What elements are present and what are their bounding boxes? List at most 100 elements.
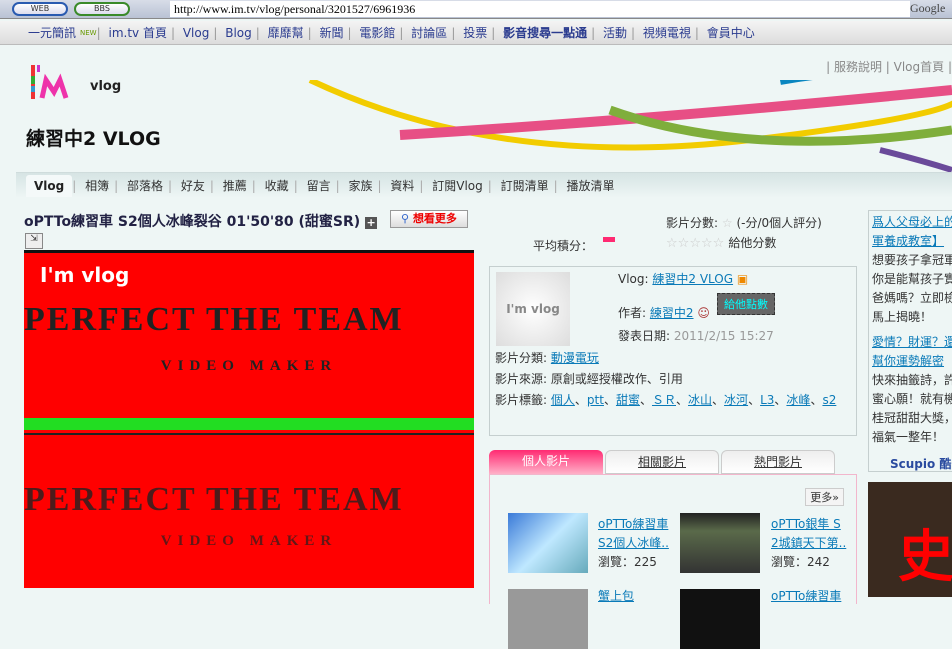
rate-star-2[interactable]: ☆ <box>678 236 690 251</box>
subnav-messages[interactable]: 留言 <box>307 179 331 193</box>
subnav-vlog[interactable]: Vlog <box>26 175 73 197</box>
nav-mimi[interactable]: 靡靡幫 <box>268 26 304 40</box>
service-links: | 服務說明 | Vlog首頁 | <box>826 60 952 74</box>
category-link[interactable]: 動漫電玩 <box>551 351 599 365</box>
bbs-button[interactable]: BBS <box>74 2 130 16</box>
scupio-brand[interactable]: Scupio 酷 <box>872 455 952 471</box>
nav-vlog[interactable]: Vlog <box>183 26 210 40</box>
nav-events[interactable]: 活動 <box>603 26 627 40</box>
see-more-button[interactable]: ⚲ 想看更多 <box>390 210 468 228</box>
tab-personal-videos[interactable]: 個人影片 <box>489 450 603 474</box>
nav-home[interactable]: im.tv 首頁 <box>108 26 166 40</box>
nav-forum[interactable]: 討論區 <box>411 26 447 40</box>
nav-vote[interactable]: 投票 <box>463 26 487 40</box>
nav-video-search[interactable]: 影音搜尋一點通 <box>503 26 587 40</box>
subnav-blog[interactable]: 部落格 <box>127 179 163 193</box>
banner-ad[interactable]: 史 <box>868 482 952 597</box>
subnav-recommend[interactable]: 推薦 <box>223 179 247 193</box>
rate-star-4[interactable]: ☆ <box>701 236 713 251</box>
video-thumbnail[interactable] <box>680 589 760 649</box>
nav-movies[interactable]: 電影館 <box>359 26 395 40</box>
video-list-panel: 更多» oPTTo練習車 S2個人冰峰.. 瀏覽：225 oPTTo銀隼 S 2… <box>489 474 857 649</box>
add-icon[interactable]: + <box>365 217 378 229</box>
tag-link[interactable]: ＳＲ <box>652 393 676 407</box>
new-badge: NEW <box>80 29 97 37</box>
subnav-family[interactable]: 家族 <box>348 179 372 193</box>
subnav-playlist[interactable]: 播放清單 <box>567 179 615 193</box>
video-link[interactable]: oPTTo練習車 <box>598 515 668 534</box>
nav-tv[interactable]: 視頻電視 <box>643 26 691 40</box>
tab-related-videos[interactable]: 相關影片 <box>605 450 719 474</box>
player-text-line1: PERFECT THE TEAM <box>24 301 404 338</box>
video-thumbnail[interactable] <box>680 513 760 573</box>
add-friend-icon[interactable]: ☺ <box>697 306 710 320</box>
ad-link[interactable]: 愛情？財運？還 <box>872 333 952 352</box>
top-nav: 一元簡訊 NEW| im.tv 首頁 | Vlog | Blog | 靡靡幫 | 新聞 | … <box>0 21 952 45</box>
score-bar <box>603 237 616 242</box>
web-button[interactable]: WEB <box>12 2 68 16</box>
nav-sms[interactable]: 一元簡訊 <box>28 26 76 40</box>
tag-link[interactable]: 冰山 <box>688 393 712 407</box>
player-divider <box>24 433 474 435</box>
subnav-favorites[interactable]: 收藏 <box>265 179 289 193</box>
author-avatar[interactable]: I'm vlog <box>496 272 570 346</box>
ad-link[interactable]: 幫你運勢解密 <box>872 352 952 371</box>
sidebar-ads: 爲人父母必上的 軍養成教室】 想要孩子拿冠軍 你是能幫孩子實 爸媽嗎？立即檢 馬上揭曉… <box>868 210 952 472</box>
give-points-tooltip[interactable]: 給他點數 <box>717 293 775 315</box>
video-title: oPTTo練習車 S2個人冰峰裂谷 01'50'80 (甜蜜SR) + <box>24 214 378 230</box>
nav-news[interactable]: 新聞 <box>320 26 344 40</box>
tag-link[interactable]: 個人 <box>551 393 575 407</box>
blog-subnav: Vlog | 相簿 | 部落格 | 好友 | 推薦 | 收藏 | 留言 | 家族 | 資料 | 訂… <box>16 172 952 198</box>
video-link[interactable]: S2個人冰峰.. <box>598 534 669 553</box>
subscribe-icon[interactable]: ▣ <box>737 272 748 286</box>
search-engine-label[interactable]: Google <box>910 1 945 16</box>
subnav-subscribe-vlog[interactable]: 訂閱Vlog <box>432 179 483 193</box>
subnav-album[interactable]: 相簿 <box>85 179 109 193</box>
ad-link[interactable]: 軍養成教室】 <box>872 232 952 251</box>
view-count: 瀏覽：225 <box>598 555 657 569</box>
video-link[interactable]: 2城鎮天下第.. <box>771 534 846 553</box>
tags-row: 影片標籤: 個人、ptt、甜蜜、ＳＲ、冰山、冰河、L3、冰峰、s2 <box>495 393 837 407</box>
nav-member[interactable]: 會員中心 <box>707 26 755 40</box>
player-green-bar <box>24 418 474 430</box>
tag-link[interactable]: 甜蜜 <box>616 393 640 407</box>
service-help-link[interactable]: 服務說明 <box>834 60 882 74</box>
expand-player-icon[interactable]: ⇲ <box>25 233 43 249</box>
header-swoosh-decoration <box>308 80 952 173</box>
address-bar[interactable]: http://www.im.tv/vlog/personal/3201527/6… <box>170 1 910 17</box>
tab-popular-videos[interactable]: 熱門影片 <box>721 450 835 474</box>
nav-blog[interactable]: Blog <box>225 26 252 40</box>
rate-star-1[interactable]: ☆ <box>666 236 678 251</box>
svg-text:vlog: vlog <box>90 79 121 94</box>
video-link[interactable]: oPTTo銀隼 S <box>771 515 841 534</box>
blog-title[interactable]: 練習中2 VLOG <box>26 124 161 151</box>
author-link[interactable]: 練習中2 <box>650 306 694 320</box>
tag-link[interactable]: s2 <box>822 393 836 407</box>
rate-star-3[interactable]: ☆ <box>689 236 701 251</box>
magnifier-icon: ⚲ <box>401 212 413 225</box>
average-score: 平均積分： <box>533 237 616 254</box>
subnav-profile[interactable]: 資料 <box>390 179 414 193</box>
tag-link[interactable]: 冰峰 <box>786 393 810 407</box>
video-info-box: I'm vlog Vlog: 練習中2 VLOG ▣ 作者: 練習中2 ☺ 發表… <box>489 266 857 436</box>
tag-link[interactable]: 冰河 <box>724 393 748 407</box>
tag-link[interactable]: L3 <box>760 393 774 407</box>
star-icon: ☆ <box>721 216 733 230</box>
vlog-link[interactable]: 練習中2 VLOG <box>652 272 733 286</box>
player-logo: I'm vlog <box>40 263 130 287</box>
imvlog-logo[interactable]: vlog <box>28 62 128 106</box>
video-rating: 影片分數: ☆ (-分/0個人評分) <box>666 216 822 230</box>
player-text-line1-echo: PERFECT THE TEAM <box>24 481 404 518</box>
video-thumbnail[interactable] <box>508 513 588 573</box>
video-thumbnail[interactable] <box>508 589 588 649</box>
view-count: 瀏覽：242 <box>771 555 830 569</box>
rate-star-5[interactable]: ☆ <box>713 236 725 251</box>
subnav-friends[interactable]: 好友 <box>181 179 205 193</box>
tag-link[interactable]: ptt <box>587 393 604 407</box>
vlog-home-link[interactable]: Vlog首頁 <box>894 60 945 74</box>
video-player[interactable]: I'm vlog PERFECT THE TEAM VIDEO MAKER PE… <box>24 250 474 588</box>
player-text-line2-echo: VIDEO MAKER <box>160 533 338 549</box>
more-videos-button[interactable]: 更多» <box>805 488 844 506</box>
subnav-subscriptions[interactable]: 訂閱清單 <box>501 179 549 193</box>
ad-link[interactable]: 爲人父母必上的 <box>872 213 952 232</box>
